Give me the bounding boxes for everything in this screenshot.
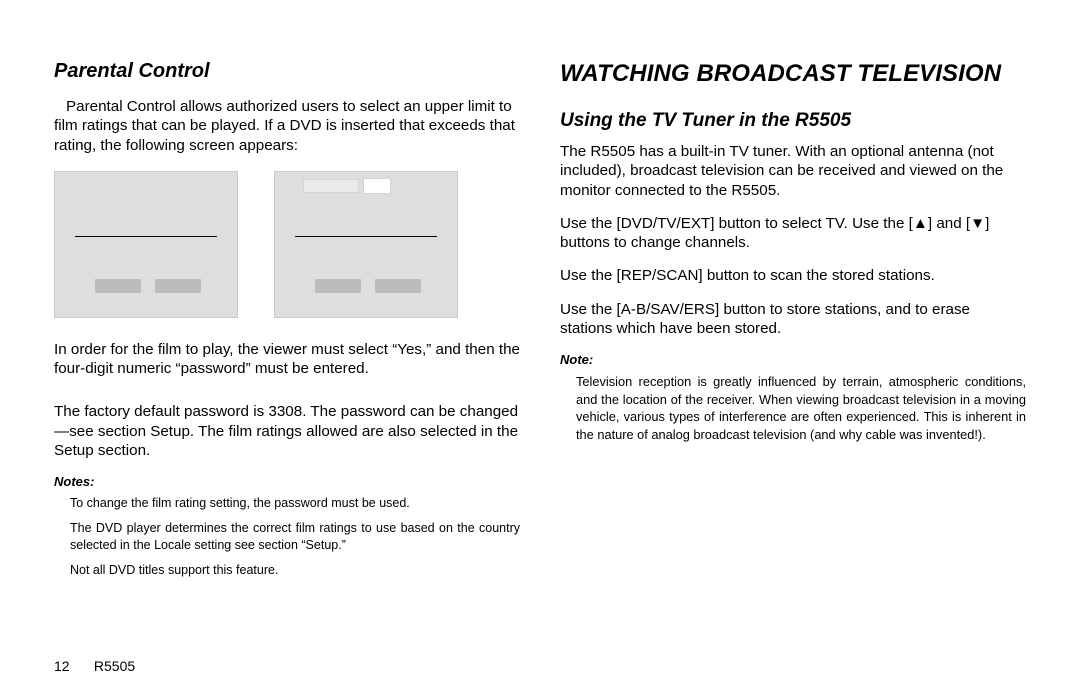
parental-control-intro: Parental Control allows authorized users… [54,97,520,155]
right-column: WATCHING BROADCAST TELEVISION Using the … [560,60,1026,587]
dialog-button-placeholder [155,279,201,293]
parental-control-heading: Parental Control [54,60,520,83]
note-change-rating: To change the film rating setting, the p… [70,495,520,512]
parental-control-password-paragraph: The factory default password is 3308. Th… [54,402,520,460]
watching-broadcast-heading: WATCHING BROADCAST TELEVISION [560,60,1026,88]
down-arrow-icon: ▼ [970,215,985,232]
parental-control-yes-paragraph: In order for the film to play, the viewe… [54,340,520,379]
tv-tuner-buttons: Use the [DVD/TV/EXT] button to select TV… [560,214,1026,253]
manual-page: Parental Control Parental Control allows… [0,0,1080,698]
tv-tuner-store-erase: Use the [A-B/SAV/ERS] button to store st… [560,300,1026,339]
dialog-yes-box [363,178,391,194]
note-locale: The DVD player determines the correct fi… [70,520,520,554]
tv-tuner-intro: The R5505 has a built-in TV tuner. With … [560,142,1026,200]
text-part: Use the [DVD/TV/EXT] button to select TV… [560,215,913,232]
notes-label: Notes: [54,474,520,489]
note-not-all-titles: Not all DVD titles support this feature. [70,562,520,579]
note-reception: Television reception is greatly influenc… [576,373,1026,443]
two-column-layout: Parental Control Parental Control allows… [54,60,1026,587]
page-footer: 12 R5505 [54,658,135,674]
up-arrow-icon: ▲ [913,215,928,232]
dialog-button-placeholder [315,279,361,293]
dialog-label-placeholder [303,179,359,193]
dialog-divider [75,236,217,237]
dialog-screenshot-1 [54,171,238,318]
page-number: 12 [54,658,90,674]
tv-tuner-scan: Use the [REP/SCAN] button to scan the st… [560,266,1026,285]
dialog-divider [295,236,437,237]
dialog-button-placeholder [375,279,421,293]
screens-row [54,171,520,318]
note-label: Note: [560,352,1026,367]
dialog-screenshot-2 [274,171,458,318]
model-label: R5505 [94,658,135,674]
text-part: ] and [ [928,215,970,232]
left-column: Parental Control Parental Control allows… [54,60,520,587]
dialog-button-placeholder [95,279,141,293]
tv-tuner-subheading: Using the TV Tuner in the R5505 [560,110,1026,132]
